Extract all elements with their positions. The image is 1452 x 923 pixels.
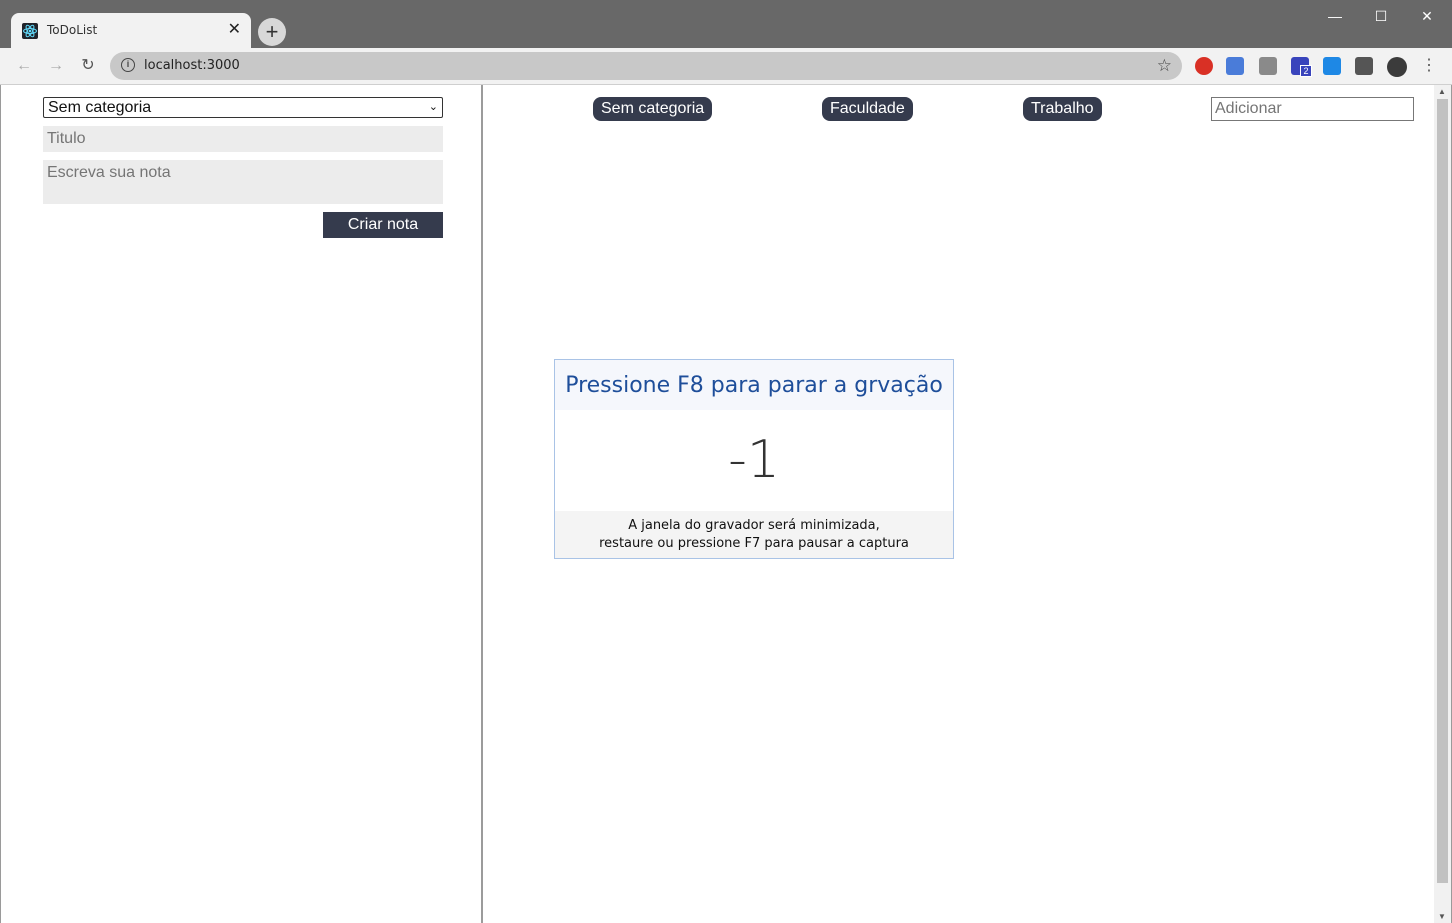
add-category-input[interactable] [1211,97,1414,121]
browser-menu-icon[interactable]: ⋮ [1418,55,1440,77]
address-bar[interactable]: i localhost:3000 ☆ [110,52,1182,80]
forward-icon[interactable]: → [45,55,67,77]
puzzle-icon[interactable] [1355,57,1373,75]
title-input[interactable] [43,126,443,152]
kite-icon[interactable] [1323,57,1341,75]
browser-titlebar: ToDoList ✕ + — ☐ ✕ [0,0,1452,48]
recorder-footer-line2: restaure ou pressione F7 para pausar a c… [599,536,909,551]
browser-toolbar: ← → ↻ i localhost:3000 ☆ 2 ⋮ [0,48,1452,85]
chevron-down-icon: ⌄ [428,101,438,113]
note-form-panel: Sem categoria ⌄ Criar nota [1,85,483,923]
extension-badge-count: 2 [1300,65,1312,77]
note-textarea[interactable] [43,160,443,204]
new-tab-button[interactable]: + [258,18,286,46]
tab-title: ToDoList [47,23,98,37]
maximize-icon[interactable]: ☐ [1371,6,1391,26]
category-pill-sem-categoria[interactable]: Sem categoria [593,97,713,121]
window-close-icon[interactable]: ✕ [1417,6,1437,26]
page-scrollbar[interactable]: ▲ ▼ [1434,85,1451,923]
site-info-icon[interactable]: i [121,58,135,72]
recorder-footer: A janela do gravador será minimizada, re… [555,511,953,558]
category-select-value: Sem categoria [48,99,152,116]
url-text[interactable]: localhost:3000 [144,58,240,73]
back-icon[interactable]: ← [13,55,35,77]
extension-badge-icon[interactable]: 2 [1291,57,1312,77]
react-favicon-icon [22,23,38,39]
tab-close-icon[interactable]: ✕ [228,20,241,40]
recorder-countdown: -1 [728,430,780,490]
browser-tab[interactable]: ToDoList ✕ [11,13,251,48]
scroll-thumb[interactable] [1437,99,1448,883]
scroll-up-icon[interactable]: ▲ [1438,87,1446,96]
avatar-icon[interactable] [1387,57,1407,77]
scroll-down-icon[interactable]: ▼ [1438,912,1446,921]
recorder-overlay: Pressione F8 para parar a grvação -1 A j… [554,359,954,559]
translate-icon[interactable] [1226,57,1244,75]
create-note-button[interactable]: Criar nota [323,212,443,238]
screenshot-icon[interactable] [1259,57,1277,75]
recorder-header: Pressione F8 para parar a grvação [555,360,953,410]
category-select[interactable]: Sem categoria ⌄ [43,97,443,118]
bookmark-star-icon[interactable]: ☆ [1157,56,1172,76]
ublock-icon[interactable] [1195,57,1213,75]
category-pill-faculdade[interactable]: Faculdade [822,97,913,121]
minimize-icon[interactable]: — [1325,6,1345,26]
recorder-footer-line1: A janela do gravador será minimizada, [628,518,880,533]
reload-icon[interactable]: ↻ [77,55,99,77]
category-pill-trabalho[interactable]: Trabalho [1023,97,1102,121]
